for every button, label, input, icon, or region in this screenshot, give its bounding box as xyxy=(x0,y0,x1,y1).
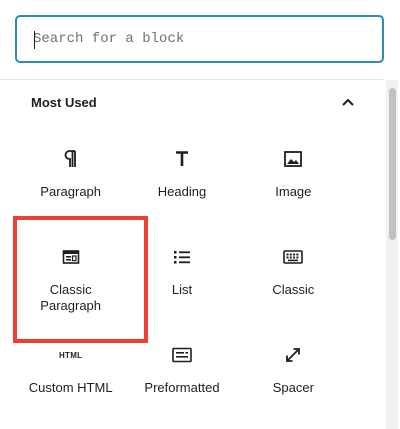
block-label: Classic xyxy=(272,282,315,297)
chevron-up-icon[interactable] xyxy=(339,93,357,111)
block-label: Classic Paragraph xyxy=(40,282,102,313)
block-label: Image xyxy=(275,184,312,199)
scrollbar-thumb[interactable] xyxy=(389,88,396,240)
block-item-classic[interactable]: Classic xyxy=(238,228,349,318)
block-label: Heading xyxy=(157,184,207,199)
block-label: Paragraph xyxy=(40,184,102,199)
text-caret xyxy=(34,31,35,49)
block-item-paragraph[interactable]: Paragraph xyxy=(15,130,126,220)
spacer-icon xyxy=(284,344,302,366)
block-item-heading[interactable]: Heading xyxy=(126,130,237,220)
list-icon xyxy=(173,246,191,268)
most-used-panel-header[interactable]: Most Used xyxy=(15,80,373,124)
block-item-spacer[interactable]: Spacer xyxy=(238,326,349,416)
paragraph-icon xyxy=(64,148,78,170)
search-box[interactable] xyxy=(15,15,384,63)
block-grid: Paragraph Heading Image Classic Paragrap… xyxy=(15,130,349,416)
block-item-preformatted[interactable]: Preformatted xyxy=(126,326,237,416)
image-icon xyxy=(284,148,303,170)
preformatted-icon xyxy=(172,344,192,366)
block-label: Spacer xyxy=(272,380,314,395)
html-icon: HTML xyxy=(59,344,82,366)
block-item-list[interactable]: List xyxy=(126,228,237,318)
block-label: List xyxy=(171,282,193,297)
search-input[interactable] xyxy=(17,17,382,61)
block-inserter: Most Used Paragraph Heading xyxy=(0,0,400,429)
keyboard-icon xyxy=(283,246,304,268)
panel-title: Most Used xyxy=(31,94,97,110)
block-label: Preformatted xyxy=(144,380,220,395)
heading-icon xyxy=(175,148,189,170)
classic-paragraph-icon xyxy=(62,246,80,268)
block-label: Custom HTML xyxy=(28,380,113,395)
block-item-custom-html[interactable]: HTML Custom HTML xyxy=(15,326,126,416)
block-item-classic-paragraph[interactable]: Classic Paragraph xyxy=(15,228,126,318)
block-item-image[interactable]: Image xyxy=(238,130,349,220)
html-icon-text: HTML xyxy=(58,350,83,360)
